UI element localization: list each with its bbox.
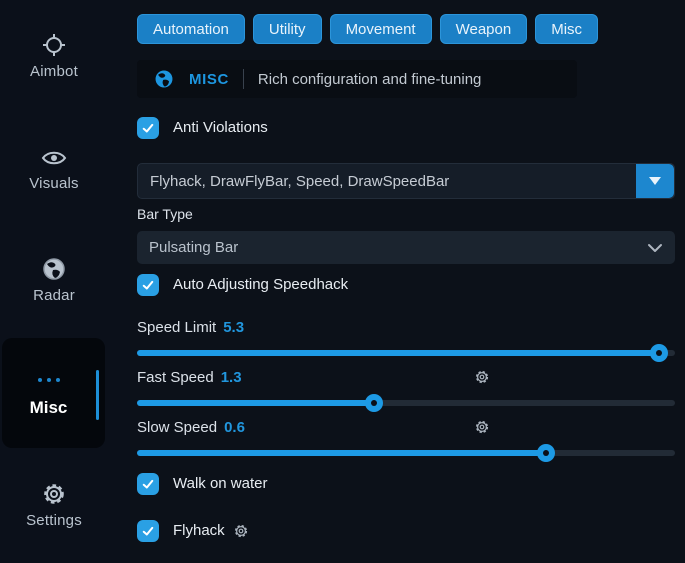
tab-automation[interactable]: Automation [137,14,245,44]
bar-type-select[interactable]: Pulsating Bar [137,231,675,264]
slider-label: Slow Speed [137,419,217,436]
slider-label: Speed Limit [137,319,216,336]
auto-adjusting-row: Auto Adjusting Speedhack [137,272,675,297]
slow-speed-gear-button[interactable] [474,418,490,436]
eye-icon [0,146,108,170]
walk-on-water-checkbox[interactable] [137,473,159,495]
main-panel: Automation Utility Movement Weapon Misc … [137,0,675,563]
flyhack-gear-button[interactable] [233,523,249,539]
speed-limit-label-row: Speed Limit 5.3 [137,318,675,336]
category-tabs: Automation Utility Movement Weapon Misc [137,14,675,44]
triangle-down-icon [649,177,661,185]
sidebar: Aimbot Visuals Radar [0,0,130,563]
globe-icon [0,256,108,282]
bar-multiselect[interactable]: Flyhack, DrawFlyBar, Speed, DrawSpeedBar [137,163,675,199]
checkbox-label: Auto Adjusting Speedhack [173,276,348,293]
fast-speed-label-row: Fast Speed 1.3 [137,368,675,386]
sidebar-item-label: Aimbot [0,63,108,80]
slider-thumb[interactable] [537,444,555,462]
sidebar-item-misc[interactable]: Misc [2,338,105,448]
walk-on-water-row: Walk on water [137,471,675,496]
chevron-down-icon [647,243,663,253]
select-value: Pulsating Bar [149,239,238,256]
sidebar-item-aimbot[interactable]: Aimbot [0,32,108,80]
checkbox-label: Flyhack [173,522,225,539]
auto-adjusting-checkbox[interactable] [137,274,159,296]
gear-icon [0,481,108,507]
anti-violations-checkbox[interactable] [137,117,159,139]
checkbox-label: Anti Violations [173,119,268,136]
sidebar-item-label: Settings [0,512,108,529]
slider-label: Fast Speed [137,369,214,386]
globe-icon [153,68,175,90]
sidebar-item-label: Misc [2,398,95,418]
slider-value: 1.3 [221,369,242,386]
slow-speed-slider[interactable] [137,444,675,462]
tab-movement[interactable]: Movement [330,14,432,44]
fast-speed-slider[interactable] [137,394,675,412]
tab-weapon[interactable]: Weapon [440,14,528,44]
tab-misc[interactable]: Misc [535,14,598,44]
section-header: MISC Rich configuration and fine-tuning [137,60,577,98]
sidebar-item-label: Radar [0,287,108,304]
app-window: Aimbot Visuals Radar [0,0,685,563]
fast-speed-gear-button[interactable] [474,368,490,386]
bar-type-label: Bar Type [137,206,675,222]
sidebar-item-visuals[interactable]: Visuals [0,146,108,192]
slider-thumb[interactable] [365,394,383,412]
multiselect-value: Flyhack, DrawFlyBar, Speed, DrawSpeedBar [138,164,636,198]
slider-value: 0.6 [224,419,245,436]
slider-value: 5.3 [223,319,244,336]
divider [243,69,244,89]
slider-fill [137,350,659,356]
slow-speed-label-row: Slow Speed 0.6 [137,418,675,436]
ellipsis-icon [2,378,95,382]
slider-fill [137,400,374,406]
active-indicator [96,370,99,420]
tab-utility[interactable]: Utility [253,14,322,44]
sidebar-item-label: Visuals [0,175,108,192]
flyhack-checkbox[interactable] [137,520,159,542]
flyhack-row: Flyhack [137,518,675,543]
multiselect-dropdown-button[interactable] [636,164,674,198]
speed-limit-slider[interactable] [137,344,675,362]
slider-fill [137,450,546,456]
crosshair-icon [0,32,108,58]
sidebar-item-radar[interactable]: Radar [0,256,108,304]
section-subtitle: Rich configuration and fine-tuning [258,71,481,88]
section-title: MISC [189,71,229,88]
checkbox-label: Walk on water [173,475,267,492]
slider-thumb[interactable] [650,344,668,362]
anti-violations-row: Anti Violations [137,115,675,140]
sidebar-item-settings[interactable]: Settings [0,481,108,529]
